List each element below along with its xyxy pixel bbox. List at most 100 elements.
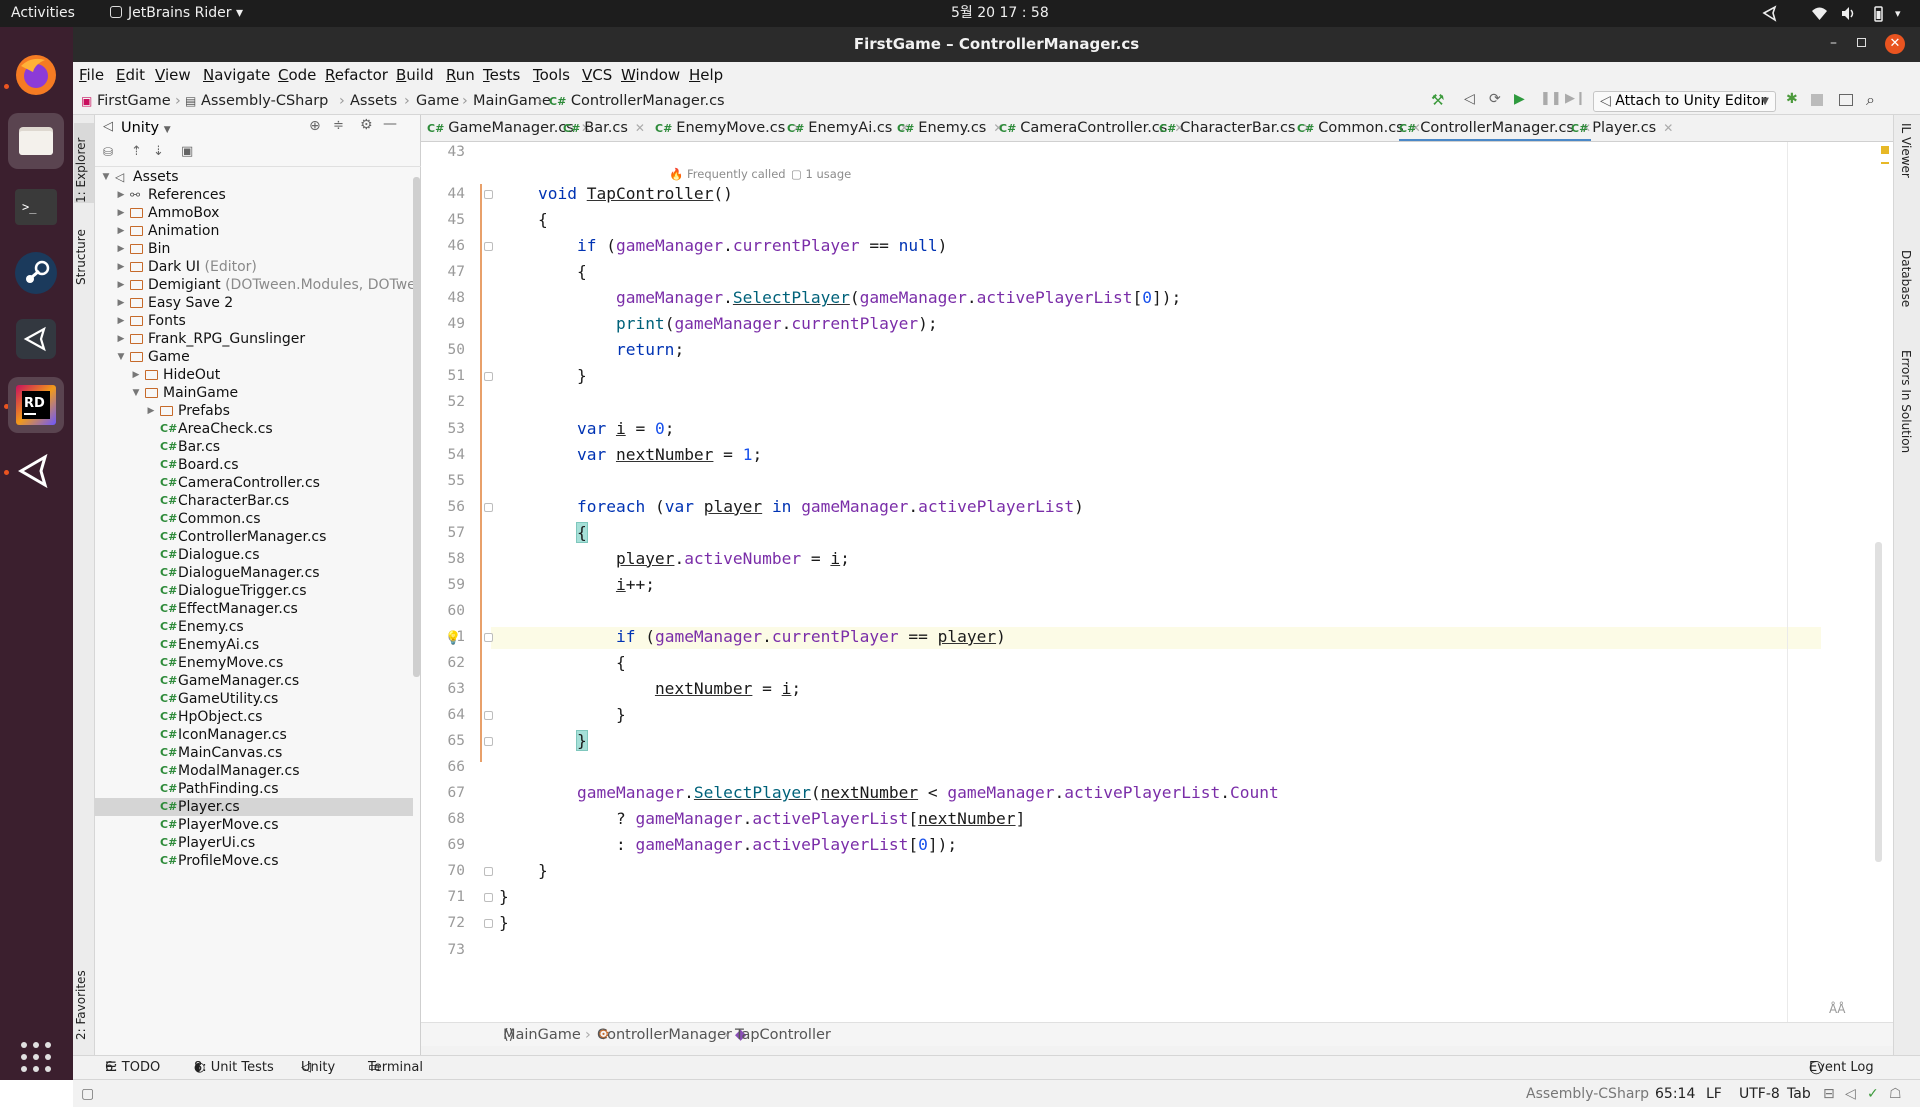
tree-folder-item[interactable]: ▼ Game	[95, 348, 413, 366]
chevron-right-icon[interactable]: ▶	[116, 312, 126, 330]
status-encoding[interactable]: UTF-8	[1739, 1080, 1780, 1108]
tree-file-item[interactable]: C# EnemyAi.cs	[95, 636, 413, 654]
menu-tests[interactable]: Tests	[483, 62, 520, 88]
tree-file-item[interactable]: C# Dialogue.cs	[95, 546, 413, 564]
tree-file-item[interactable]: C# PathFinding.cs	[95, 780, 413, 798]
close-tab-icon[interactable]: ✕	[1663, 121, 1673, 135]
notifications-icon[interactable]: ☖	[1889, 1080, 1902, 1108]
tree-folder-item[interactable]: ▶ Easy Save 2	[95, 294, 413, 312]
fold-marker-icon[interactable]	[484, 893, 493, 903]
warning-marker[interactable]	[1881, 146, 1889, 154]
tree-folder-item[interactable]: ▶ Demigiant (DOTween.Modules, DOTwe	[95, 276, 413, 294]
chevron-right-icon[interactable]: ▶	[116, 330, 126, 348]
menu-tools[interactable]: Tools	[533, 62, 570, 88]
tree-folder-item[interactable]: ▶ Animation	[95, 222, 413, 240]
terminal-icon[interactable]: >_	[8, 179, 64, 235]
locate-icon[interactable]: ⊕	[309, 118, 321, 134]
battery-icon[interactable]	[1870, 5, 1887, 22]
activities-button[interactable]: Activities	[11, 0, 75, 27]
tree-file-item[interactable]: C# PlayerMove.cs	[95, 816, 413, 834]
status-indent[interactable]: Tab	[1787, 1080, 1811, 1108]
close-tab-icon[interactable]: ✕	[635, 121, 645, 135]
search-icon[interactable]: ⌕	[1866, 90, 1875, 110]
menu-navigate[interactable]: Navigate	[203, 62, 270, 88]
expand-icon[interactable]: ⇡	[131, 144, 142, 159]
tree-file-item[interactable]: C# ModalManager.cs	[95, 762, 413, 780]
collapse-icon[interactable]: ⇣	[153, 144, 164, 159]
nav-crumb-assets[interactable]: Assets	[350, 88, 397, 115]
pause-icon[interactable]: ❚❚	[1540, 91, 1562, 106]
menu-edit[interactable]: Edit	[116, 62, 145, 88]
chevron-down-icon[interactable]: ▼	[116, 348, 126, 366]
editor-tab[interactable]: C# EnemyAi.cs ✕	[787, 115, 909, 141]
show-all-files-icon[interactable]: ▣	[181, 144, 193, 159]
menu-vcs[interactable]: VCS	[582, 62, 612, 88]
files-icon[interactable]	[8, 113, 64, 169]
tree-file-item[interactable]: C# Enemy.cs	[95, 618, 413, 636]
tree-folder-item[interactable]: ▼ ◁ Assets	[95, 168, 413, 186]
editor-tab[interactable]: C# ControllerManager.cs ✕	[1399, 115, 1592, 141]
wifi-icon[interactable]	[1811, 5, 1828, 22]
editor-tab[interactable]: C# EnemyMove.cs ✕	[655, 115, 802, 141]
tree-file-item[interactable]: C# IconManager.cs	[95, 726, 413, 744]
tree-file-item[interactable]: C# AreaCheck.cs	[95, 420, 413, 438]
steam-icon[interactable]	[8, 245, 64, 301]
show-applications-icon[interactable]	[8, 1029, 64, 1085]
rider-icon[interactable]: RD	[8, 377, 64, 433]
unity-tray-icon[interactable]	[1762, 5, 1779, 22]
run-configuration-select[interactable]: ◁ Attach to Unity Editor ▼	[1593, 91, 1776, 112]
hide-panel-icon[interactable]: —	[383, 116, 397, 132]
tree-file-item[interactable]: C# Player.cs	[95, 798, 413, 816]
status-project[interactable]: Assembly-CSharp	[1526, 1080, 1649, 1108]
attach-unity-icon[interactable]: ◁	[1464, 91, 1475, 107]
nav-crumb-project[interactable]: ▤ Assembly-CSharp	[185, 88, 328, 115]
tree-folder-item[interactable]: ▶ Frank_RPG_Gunslinger	[95, 330, 413, 348]
tree-file-item[interactable]: C# DialogueTrigger.cs	[95, 582, 413, 600]
tree-folder-item[interactable]: ▶ Prefabs	[95, 402, 413, 420]
codevision-hint-usages[interactable]: ▢ 1 usage	[791, 167, 851, 181]
chevron-right-icon[interactable]: ▶	[146, 402, 156, 420]
clock[interactable]: 5월 20 17 : 58	[951, 0, 1049, 27]
lightbulb-icon[interactable]: 💡	[445, 631, 461, 646]
chevron-down-icon[interactable]: ▼	[131, 384, 141, 402]
tree-folder-item[interactable]: ▶ Bin	[95, 240, 413, 258]
tree-file-item[interactable]: C# GameUtility.cs	[95, 690, 413, 708]
editor-scrollbar[interactable]	[1875, 542, 1882, 862]
tree-folder-item[interactable]: ▶ ⚯ References	[95, 186, 413, 204]
explorer-scrollbar[interactable]	[413, 177, 420, 677]
fold-marker-icon[interactable]	[484, 737, 493, 747]
debug-bug-icon[interactable]: ✱	[1786, 91, 1798, 107]
tree-file-item[interactable]: C# CharacterBar.cs	[95, 492, 413, 510]
tree-file-item[interactable]: C# HpObject.cs	[95, 708, 413, 726]
firefox-icon[interactable]	[8, 47, 64, 103]
status-line-separator[interactable]: LF	[1706, 1080, 1722, 1108]
codevision-hint-frequently[interactable]: 🔥 Frequently called	[669, 167, 786, 181]
tree-folder-item[interactable]: ▶ Dark UI (Editor)	[95, 258, 413, 276]
tree-file-item[interactable]: C# EnemyMove.cs	[95, 654, 413, 672]
play-icon[interactable]: ▶	[1514, 91, 1525, 107]
lock-icon[interactable]: ⊟	[1823, 1080, 1835, 1108]
warning-stripe[interactable]	[1881, 162, 1889, 164]
tree-file-item[interactable]: C# EffectManager.cs	[95, 600, 413, 618]
tree-file-item[interactable]: C# ProfileMove.cs	[95, 852, 413, 870]
fold-marker-icon[interactable]	[484, 711, 493, 721]
tree-file-item[interactable]: C# Board.cs	[95, 456, 413, 474]
close-icon[interactable]: ✕	[1885, 34, 1905, 54]
tree-folder-item[interactable]: ▼ MainGame	[95, 384, 413, 402]
menu-refactor[interactable]: Refactor	[325, 62, 388, 88]
menu-view[interactable]: View	[155, 62, 191, 88]
build-hammer-icon[interactable]: ⚒	[1431, 91, 1444, 109]
fold-marker-icon[interactable]	[484, 867, 493, 877]
fold-marker-icon[interactable]	[484, 632, 493, 642]
tree-file-item[interactable]: C# ControllerManager.cs	[95, 528, 413, 546]
tree-file-item[interactable]: C# Bar.cs	[95, 438, 413, 456]
chevron-right-icon[interactable]: ▶	[116, 204, 126, 222]
chevron-right-icon[interactable]: ▶	[116, 258, 126, 276]
file-status-icon[interactable]: ⛁	[103, 145, 113, 159]
volume-icon[interactable]	[1840, 5, 1857, 22]
menu-build[interactable]: Build	[396, 62, 434, 88]
tool-tab-favorites[interactable]: 2: Favorites	[74, 960, 94, 1040]
tool-tab-structure[interactable]: Structure	[74, 215, 94, 285]
tool-windows-toggle-icon[interactable]: ▢	[81, 1080, 94, 1108]
window-titlebar[interactable]: FirstGame – ControllerManager.cs – ✕	[73, 27, 1920, 62]
